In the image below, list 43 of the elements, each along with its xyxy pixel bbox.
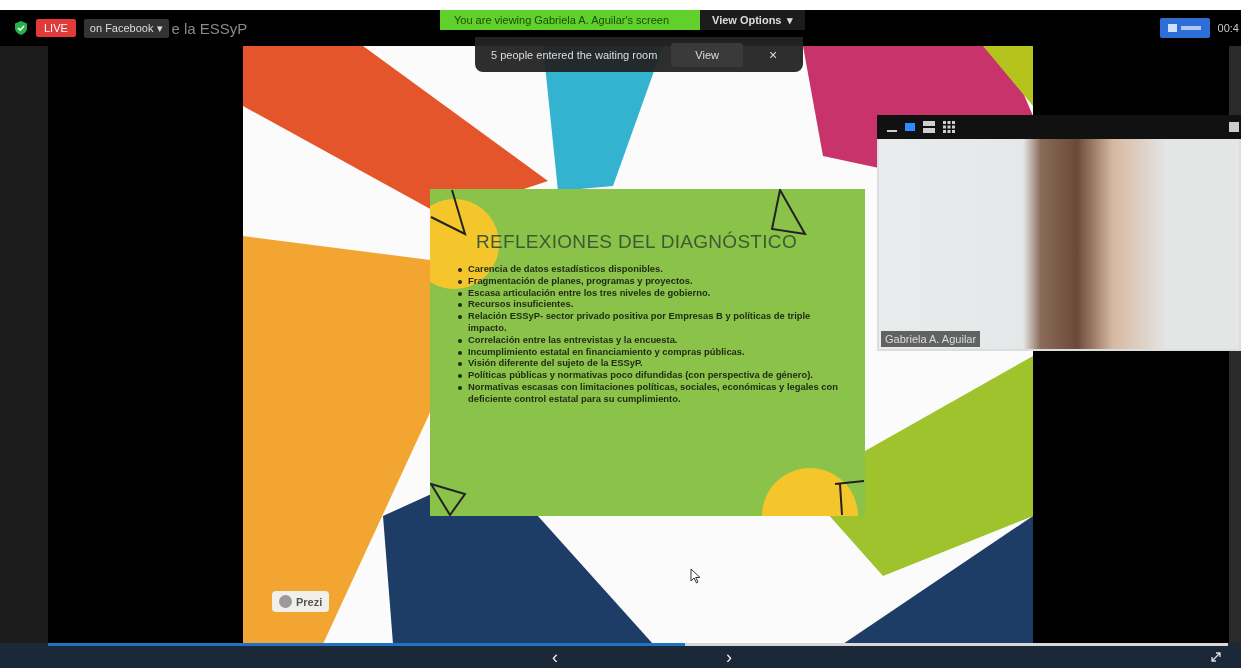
bullet-dot — [458, 362, 462, 367]
bullet-text: Relación ESSyP- sector privado positiva por Empresas B y políticas de triple impacto. — [468, 310, 812, 334]
grid-view-icon[interactable] — [943, 121, 955, 133]
bullet-text: Normativas escasas con limitaciones políticas, sociales, económicas y legales con deficiente control estatal para su cumplimiento. — [468, 380, 839, 405]
triangle-outline — [834, 480, 865, 516]
bullet-dot — [458, 374, 462, 379]
screen-share-button[interactable] — [1159, 18, 1210, 38]
bullet-dot — [458, 303, 462, 308]
participant-name: Gabriela A. Aguilar — [881, 331, 981, 347]
bullet-text: Incumplimiento estatal en financiamiento y compras públicas. — [468, 345, 745, 358]
bullet-text: Políticas públicas y normativas poco difundidas (con perspectiva de género). — [468, 369, 813, 381]
bullet-dot — [458, 268, 462, 272]
shield-icon — [14, 20, 28, 36]
bullet-dot — [458, 291, 462, 296]
previous-button[interactable]: ‹ — [548, 648, 562, 666]
bullet-text: Carencia de datos estadísticos disponibles. — [468, 263, 663, 275]
view-button[interactable]: View — [671, 42, 743, 67]
next-button[interactable]: › — [722, 648, 736, 666]
mouse-cursor-icon — [690, 568, 701, 584]
bullet-text: Escasa articulación entre los tres niveles de gobierno. — [468, 286, 711, 299]
notification-text: 5 people entered the waiting room — [491, 48, 658, 61]
badge-label: Prezi — [296, 595, 323, 608]
close-button[interactable]: × — [763, 45, 784, 64]
live-badge: LIVE — [36, 19, 76, 37]
screen-sharing-banner: You are viewing Gabriela A. Aguilar's screen — [440, 10, 700, 30]
bullet-dot — [458, 385, 462, 390]
bullet-dot — [458, 279, 462, 284]
bullet-text: Correlación entre las entrevistas y la encuesta. — [468, 333, 678, 346]
triangle-outline — [430, 189, 467, 236]
meeting-timer: 00:4 — [1217, 22, 1240, 34]
bullet-text: Recursos insuficientes. — [468, 298, 574, 311]
bullet-text: Visión diferente del sujeto de la ESSyP. — [468, 357, 643, 370]
bullet-dot — [458, 338, 462, 343]
meeting-title: e la ESSyP — [171, 19, 248, 37]
bullet-dot — [458, 315, 462, 320]
view-options-button[interactable]: View Options ▾ — [700, 10, 806, 30]
fullscreen-icon[interactable] — [1211, 652, 1221, 662]
live-stream-menu[interactable]: on Facebook ▾ — [83, 18, 170, 38]
triangle-outline — [430, 482, 467, 516]
screen-icon — [1167, 23, 1202, 33]
strip-view-icon[interactable] — [923, 121, 935, 133]
bullet-dot — [458, 350, 462, 355]
logo-icon — [279, 595, 292, 608]
